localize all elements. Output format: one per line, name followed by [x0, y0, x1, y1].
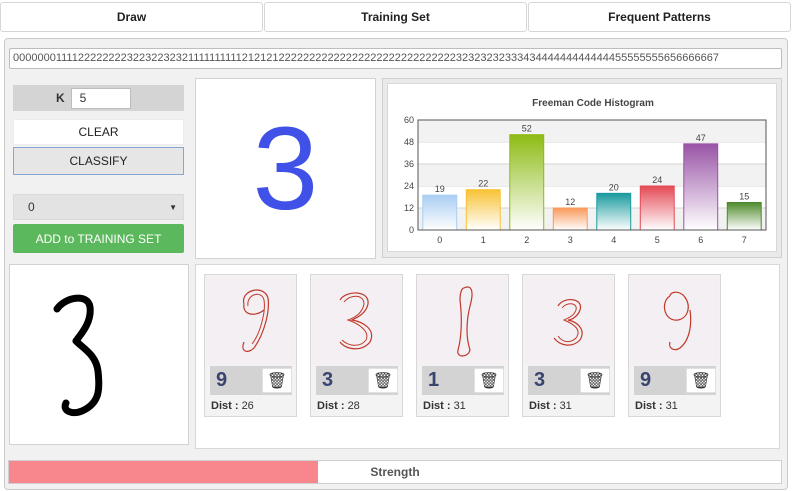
chart-y-ticks: 0 12 24 36 48 60 — [404, 115, 414, 235]
bar-value-label: 47 — [696, 133, 706, 143]
y-tick-label: 0 — [409, 225, 414, 235]
trash-icon: 🗑 — [478, 372, 500, 390]
trash-icon: 🗑 — [266, 372, 288, 390]
histogram-plot-area: Freeman Code Histogram 19 22 52 12 20 24 47 15 … — [387, 83, 777, 252]
tab-training-set[interactable]: Training Set — [264, 2, 527, 32]
neighbor-distance: Dist : 31 — [423, 400, 466, 412]
drawn-stroke-image — [53, 294, 103, 417]
bar-value-label: 22 — [478, 179, 488, 189]
add-to-training-set-button[interactable]: ADD to TRAINING SET — [13, 224, 184, 253]
bar-value-label: 20 — [609, 182, 619, 192]
bar-value-label: 12 — [565, 197, 575, 207]
neighbor-thumbnail — [630, 276, 719, 365]
k-row: K 5 — [13, 85, 184, 111]
neighbor-label: 1 — [428, 369, 440, 391]
x-tick-label: 6 — [698, 235, 703, 245]
neighbor-label: 9 — [216, 369, 228, 391]
neighbor-label-bar: 3 🗑 — [528, 366, 610, 395]
neighbor-thumbnail — [206, 276, 295, 365]
tab-bar: Draw Training Set Frequent Patterns — [0, 2, 792, 32]
delete-button[interactable]: 🗑 — [262, 368, 292, 393]
clear-button[interactable]: CLEAR — [13, 119, 184, 145]
x-tick-label: 4 — [611, 235, 616, 245]
histogram-bar — [465, 189, 501, 231]
k-input[interactable]: 5 — [70, 87, 131, 109]
dropdown-arrow-icon: ▼ — [169, 203, 177, 212]
neighbor-label: 3 — [322, 369, 334, 391]
x-tick-label: 1 — [481, 235, 486, 245]
y-tick-label: 12 — [404, 203, 414, 213]
histogram-bar — [422, 194, 458, 231]
neighbor-label: 9 — [640, 369, 652, 391]
tab-draw[interactable]: Draw — [0, 2, 263, 32]
x-tick-label: 5 — [655, 235, 660, 245]
neighbor-card: 9 🗑 Dist : 26 — [204, 274, 297, 417]
freeman-histogram-chart: Freeman Code Histogram 1922521220244715 … — [404, 98, 767, 245]
drawing-canvas[interactable] — [9, 264, 189, 445]
histogram-bar — [509, 134, 545, 231]
chart-title: Freeman Code Histogram — [532, 98, 654, 109]
bar-value-label: 24 — [652, 175, 662, 185]
neighbor-distance: Dist : 28 — [317, 400, 360, 412]
neighbor-distance: Dist : 26 — [211, 400, 254, 412]
y-tick-label: 48 — [404, 137, 414, 147]
y-tick-label: 60 — [404, 115, 414, 125]
neighbor-label-bar: 9 🗑 — [210, 366, 292, 395]
classify-button[interactable]: CLASSIFY — [13, 147, 184, 175]
freeman-code-field[interactable]: 0000000111122222222322322323211111111112… — [9, 48, 782, 69]
classified-digit: 3 — [252, 102, 319, 235]
histogram-panel: Freeman Code Histogram 19 22 52 12 20 24 47 15 … — [382, 78, 782, 258]
y-tick-label: 24 — [404, 181, 414, 191]
neighbor-label-bar: 3 🗑 — [316, 366, 398, 395]
k-label: K — [56, 91, 65, 105]
neighbor-distance: Dist : 31 — [635, 400, 678, 412]
neighbor-label-bar: 1 🗑 — [422, 366, 504, 395]
classified-digit-panel: 3 — [195, 78, 376, 259]
neighbor-card: 9 🗑 Dist : 31 — [628, 274, 721, 417]
histogram-bar — [726, 202, 762, 231]
neighbor-card: 3 🗑 Dist : 28 — [310, 274, 403, 417]
histogram-bar — [596, 192, 632, 231]
trash-icon: 🗑 — [584, 372, 606, 390]
delete-button[interactable]: 🗑 — [474, 368, 504, 393]
histogram-bar — [683, 143, 719, 231]
training-label-value: 0 — [28, 200, 35, 214]
delete-button[interactable]: 🗑 — [686, 368, 716, 393]
neighbor-thumbnail — [418, 276, 507, 365]
bar-value-label: 19 — [435, 184, 445, 194]
trash-icon: 🗑 — [690, 372, 712, 390]
trash-icon: 🗑 — [372, 372, 394, 390]
grid-band — [418, 120, 766, 142]
training-label-select[interactable]: 0 ▼ — [13, 194, 184, 220]
x-tick-label: 3 — [568, 235, 573, 245]
histogram-bar — [552, 207, 588, 231]
neighbor-thumbnail — [524, 276, 613, 365]
neighbor-label: 3 — [534, 369, 546, 391]
delete-button[interactable]: 🗑 — [580, 368, 610, 393]
neighbor-thumbnail — [312, 276, 401, 365]
neighbor-label-bar: 9 🗑 — [634, 366, 716, 395]
y-tick-label: 36 — [404, 159, 414, 169]
bar-value-label: 52 — [522, 124, 532, 134]
delete-button[interactable]: 🗑 — [368, 368, 398, 393]
bar-value-label: 15 — [739, 192, 749, 202]
neighbor-card: 3 🗑 Dist : 31 — [522, 274, 615, 417]
neighbor-distance: Dist : 31 — [529, 400, 572, 412]
x-tick-label: 0 — [437, 235, 442, 245]
neighbor-card: 1 🗑 Dist : 31 — [416, 274, 509, 417]
chart-x-ticks: 0 1 2 3 4 5 6 7 — [437, 235, 747, 245]
strength-label: Strength — [370, 465, 420, 479]
histogram-bar — [639, 185, 675, 231]
x-tick-label: 2 — [524, 235, 529, 245]
x-tick-label: 7 — [742, 235, 747, 245]
tab-frequent-patterns[interactable]: Frequent Patterns — [528, 2, 791, 32]
strength-bar: Strength — [8, 460, 782, 484]
